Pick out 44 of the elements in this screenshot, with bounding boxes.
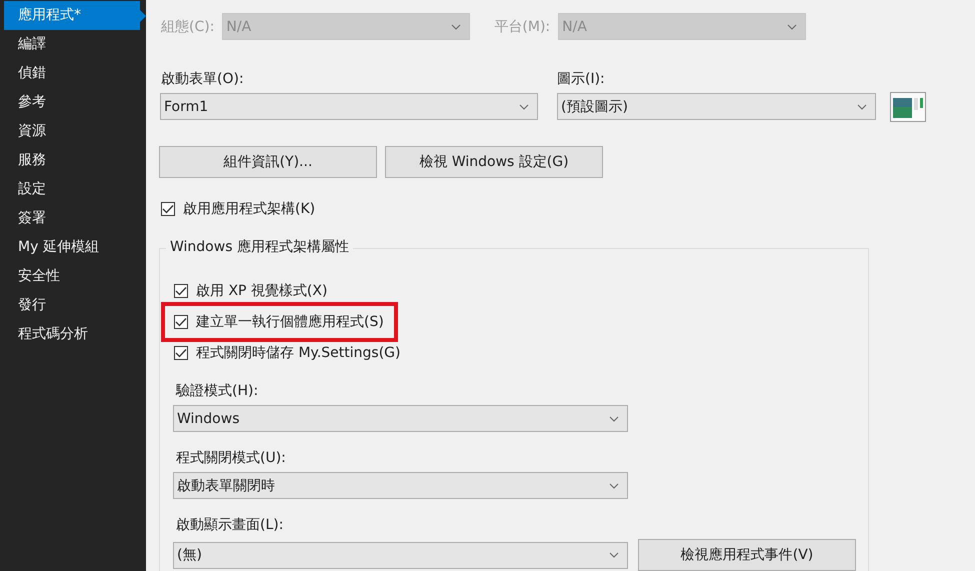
checkbox-label: 建立單一執行個體應用程式(S) <box>196 312 384 330</box>
dropdown[interactable]: 啟動表單關閉時 <box>173 472 628 499</box>
field-label: 啟動顯示畫面(L): <box>176 516 284 534</box>
sidebar-item[interactable]: 服務 <box>4 146 146 175</box>
field-label: 啟動表單(O): <box>161 70 245 88</box>
sidebar-item[interactable]: 參考 <box>4 88 146 117</box>
assembly-info-button[interactable]: 組件資訊(Y)... <box>159 146 377 178</box>
checkbox[interactable] <box>174 284 188 298</box>
sidebar-item[interactable]: 應用程式* <box>4 1 146 30</box>
dropdown[interactable]: Windows <box>173 405 628 432</box>
caret-icon <box>609 552 619 558</box>
caret-icon <box>519 104 529 110</box>
field-label: 組態(C): <box>161 18 214 36</box>
caret-icon <box>609 416 619 422</box>
checkbox[interactable] <box>161 202 175 216</box>
app-events-button[interactable]: 檢視應用程式事件(V) <box>638 539 856 571</box>
checkbox-label: 啟用應用程式架構(K) <box>183 200 316 218</box>
sidebar-item[interactable]: 資源 <box>4 117 146 146</box>
sidebar-item[interactable]: 偵錯 <box>4 59 146 88</box>
field-label: 平台(M): <box>494 18 550 36</box>
settings-button[interactable]: 檢視 Windows 設定(G) <box>385 146 603 178</box>
field-label: 驗證模式(H): <box>176 382 260 400</box>
group-title: Windows 應用程式架構屬性 <box>166 238 353 256</box>
caret-icon <box>787 24 798 30</box>
sidebar-item[interactable]: 發行 <box>4 291 146 320</box>
sidebar-item[interactable]: 簽署 <box>4 204 146 233</box>
dropdown[interactable]: Form1 <box>160 93 538 120</box>
app-icon <box>890 92 926 122</box>
sidebar-item[interactable]: 設定 <box>4 175 146 204</box>
sidebar-item[interactable]: My 延伸模組 <box>4 233 146 262</box>
caret-icon <box>451 24 462 30</box>
sidebar-item[interactable]: 編譯 <box>4 30 146 59</box>
caret-icon <box>609 482 619 488</box>
checkbox-label: 程式關閉時儲存 My.Settings(G) <box>196 344 400 362</box>
dropdown[interactable]: (無) <box>173 542 628 568</box>
sidebar-item[interactable]: 程式碼分析 <box>4 320 146 349</box>
sidebar-item[interactable]: 安全性 <box>4 262 146 291</box>
caret-icon <box>857 104 867 110</box>
dropdown[interactable]: (預設圖示) <box>557 93 876 120</box>
field-label: 圖示(I): <box>557 70 606 88</box>
checkbox[interactable] <box>174 314 188 328</box>
checkbox[interactable] <box>174 346 188 360</box>
field-label: 程式關閉模式(U): <box>176 449 287 467</box>
checkbox-label: 啟用 XP 視覺樣式(X) <box>196 282 328 300</box>
